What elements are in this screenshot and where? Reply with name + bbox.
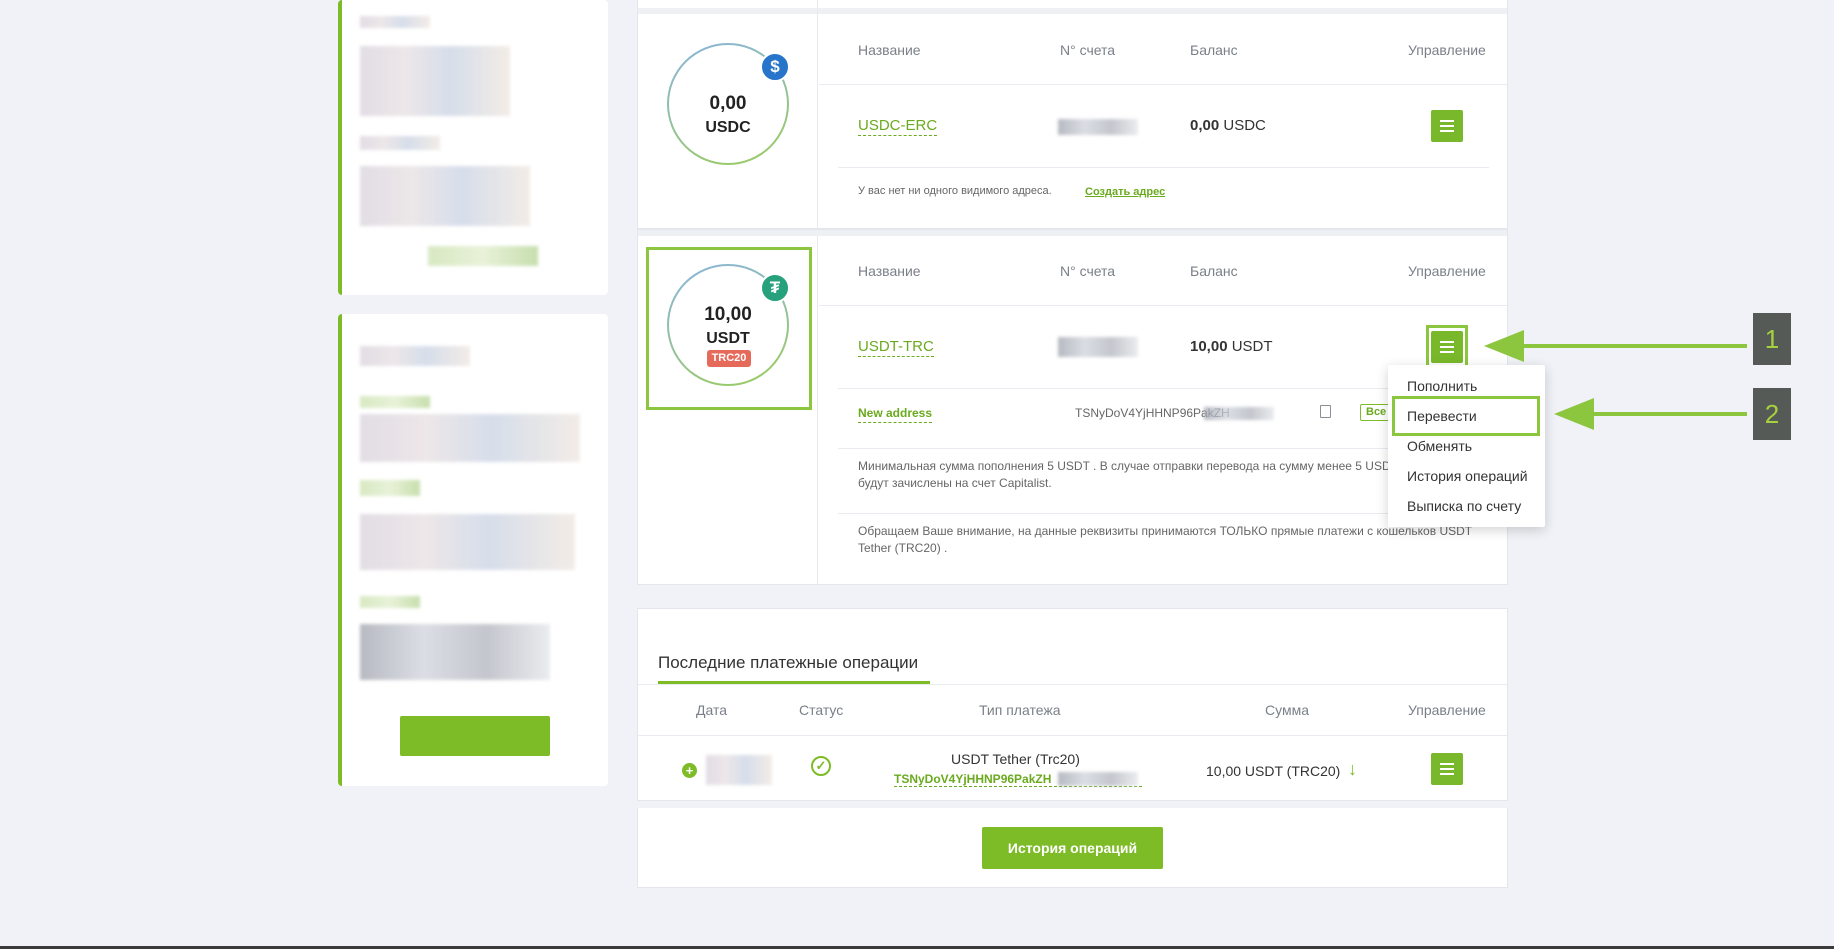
recent-payments-card: Последние платежные операции Дата Статус… bbox=[637, 608, 1508, 801]
callout-badge-1: 1 bbox=[1753, 313, 1791, 365]
create-address-link[interactable]: Создать адрес bbox=[1085, 184, 1165, 201]
menu-item-deposit[interactable]: Пополнить bbox=[1407, 378, 1477, 394]
ring-amount: 0,00 bbox=[709, 93, 747, 114]
col-header-balance: Баланс bbox=[1190, 263, 1238, 279]
col-header-balance: Баланс bbox=[1190, 42, 1238, 58]
blurred-content bbox=[360, 346, 470, 366]
account-menu-button[interactable] bbox=[1431, 331, 1463, 363]
blurred-address-tail bbox=[1058, 772, 1138, 786]
blurred-content bbox=[360, 166, 530, 226]
sidebar-card-bottom bbox=[338, 314, 608, 786]
divider bbox=[638, 735, 1507, 736]
menu-icon bbox=[1440, 341, 1454, 353]
menu-icon bbox=[1440, 763, 1454, 775]
highlight-account-summary bbox=[646, 247, 812, 410]
history-button[interactable]: История операций bbox=[982, 827, 1163, 869]
blurred-address-tail bbox=[1204, 407, 1274, 420]
blurred-content bbox=[360, 136, 440, 150]
account-balance: 10,00 USDT bbox=[1190, 338, 1273, 355]
account-card-usdc: 0,00 USDC $ Название N° счета Баланс Упр… bbox=[637, 0, 1508, 229]
status-success-icon: ✓ bbox=[811, 756, 831, 776]
blurred-content bbox=[360, 480, 420, 496]
menu-item-statement[interactable]: Выписка по счету bbox=[1407, 498, 1521, 514]
dollar-coin-icon: $ bbox=[760, 52, 790, 82]
blurred-content bbox=[360, 596, 420, 608]
col-header-name: Название bbox=[858, 42, 921, 58]
history-footer: История операций bbox=[637, 808, 1508, 888]
divider bbox=[838, 167, 1489, 168]
menu-item-exchange[interactable]: Обменять bbox=[1407, 438, 1472, 454]
blurred-date bbox=[706, 755, 772, 785]
blurred-content bbox=[360, 514, 575, 570]
col-header-name: Название bbox=[858, 263, 921, 279]
col-header-control: Управление bbox=[1408, 263, 1486, 279]
sidebar-action-button[interactable] bbox=[400, 716, 550, 756]
account-menu-button[interactable] bbox=[1431, 110, 1463, 142]
address-label-link[interactable]: New address bbox=[858, 405, 933, 423]
account-summary: 0,00 USDC $ bbox=[638, 0, 818, 228]
payment-menu-button[interactable] bbox=[1431, 753, 1463, 785]
blurred-content bbox=[360, 624, 550, 680]
payment-amount: 10,00 USDT (TRC20) bbox=[1206, 763, 1341, 779]
blurred-content bbox=[360, 396, 430, 408]
callout-arrow-2 bbox=[1554, 398, 1747, 430]
divider bbox=[819, 305, 1507, 306]
blurred-content bbox=[360, 16, 430, 28]
account-dropdown-menu: Пополнить Перевести Обменять История опе… bbox=[1388, 365, 1545, 527]
info-min-deposit: Минимальная сумма пополнения 5 USDT . В … bbox=[858, 459, 1388, 473]
copy-icon[interactable] bbox=[1320, 405, 1331, 418]
ring-currency: USDC bbox=[705, 119, 751, 136]
col-header-account-no: N° счета bbox=[1060, 263, 1116, 279]
sidebar-card-top bbox=[338, 0, 608, 295]
info-direct-payments-cont: Tether (TRC20) . bbox=[858, 541, 948, 555]
col-header-date: Дата bbox=[696, 702, 728, 718]
payment-type-title: USDT Tether (Trc20) bbox=[951, 751, 1080, 767]
callout-arrow-1 bbox=[1484, 330, 1747, 362]
col-header-amount: Сумма bbox=[1265, 702, 1309, 718]
callout-badge-2: 2 bbox=[1753, 388, 1791, 440]
blurred-content bbox=[360, 46, 510, 116]
blurred-account-number bbox=[1058, 119, 1138, 135]
incoming-arrow-icon: ↓ bbox=[1348, 759, 1357, 779]
divider bbox=[819, 84, 1507, 85]
info-min-deposit-cont: будут зачислены на счет Capitalist. bbox=[858, 476, 1052, 490]
divider bbox=[638, 684, 1507, 685]
account-balance: 0,00 USDC bbox=[1190, 117, 1266, 134]
info-direct-payments: Обращаем Ваше внимание, на данные реквиз… bbox=[858, 524, 1473, 538]
col-header-control: Управление bbox=[1408, 702, 1486, 718]
menu-icon bbox=[1440, 120, 1454, 132]
account-name-link[interactable]: USDT-TRC bbox=[858, 338, 934, 357]
menu-item-history[interactable]: История операций bbox=[1407, 468, 1528, 484]
blurred-content bbox=[360, 414, 580, 462]
blurred-content bbox=[428, 246, 538, 266]
blurred-account-number bbox=[1058, 337, 1138, 357]
account-card-usdt: 10,00 USDT TRC20 ₮ Название N° счета Бал… bbox=[637, 229, 1508, 585]
no-address-notice: У вас нет ни одного видимого адреса. bbox=[858, 185, 1052, 197]
expand-row-icon[interactable]: + bbox=[682, 763, 697, 778]
menu-item-transfer[interactable]: Перевести bbox=[1407, 408, 1477, 424]
col-header-type: Тип платежа bbox=[979, 702, 1061, 718]
recent-payments-title: Последние платежные операции bbox=[658, 653, 919, 672]
col-header-control: Управление bbox=[1408, 42, 1486, 58]
col-header-account-no: N° счета bbox=[1060, 42, 1116, 58]
col-header-status: Статус bbox=[799, 702, 844, 718]
account-name-link[interactable]: USDC-ERC bbox=[858, 117, 938, 136]
